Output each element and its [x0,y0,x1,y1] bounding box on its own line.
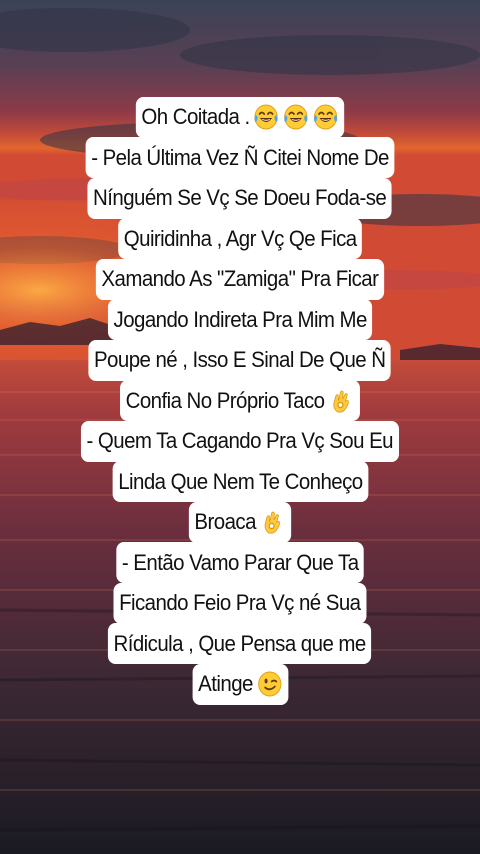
caption-line: Oh Coitada . [135,96,345,138]
caption-line: Jogando Indireta Pra Mim Me [107,299,373,340]
caption-line-text: - Pela Última Vez Ñ Citei Nome De [91,144,389,170]
caption-line-text: Confia No Próprio Taco [125,387,325,413]
caption-line-text: Quiridinha , Agr Vç Qe Fica [123,225,357,251]
caption-line-text: Xamando As "Zamiga" Pra Ficar [101,266,380,291]
caption-line-text: Nínguém Se Vç Se Doeu Foda-se [93,185,387,210]
caption-line: Ficando Feio Pra Vç né Sua [113,582,367,624]
tears-of-joy-emoji [313,103,339,131]
caption-line: Atinge [192,663,288,705]
caption-line-text: Broaca [194,509,256,534]
caption-line: Rídicula , Que Pensa que me [108,623,372,664]
caption-line-text: Linda Que Nem Te Conheço [117,468,363,494]
caption-line: Nínguém Se Vç Se Doeu Foda-se [87,177,393,219]
tears-of-joy-emoji [283,103,309,131]
caption-line: Quiridinha , Agr Vç Qe Fica [117,218,362,259]
caption-line: Xamando As "Zamiga" Pra Ficar [95,258,385,300]
caption-line-text: - Quem Ta Cagando Pra Vç Sou Eu [86,428,394,453]
caption-line: Broaca [188,501,292,543]
caption-line-text: Poupe né , Isso E Sinal De Que Ñ [94,347,386,372]
caption-line-text: Rídicula , Que Pensa que me [113,630,367,656]
caption-line: Confia No Próprio Taco [120,380,360,421]
caption-line-text: - Então Vamo Parar Que Ta [121,549,359,575]
caption-line: - Pela Última Vez Ñ Citei Nome De [85,137,395,178]
winking-face-emoji [256,670,282,698]
caption-line-text: Atinge [197,671,253,696]
caption-line: - Então Vamo Parar Que Ta [116,542,364,583]
ok-hand-emoji [328,387,354,415]
caption-line-text: Ficando Feio Pra Vç né Sua [119,590,361,615]
caption-line: Poupe né , Isso E Sinal De Que Ñ [88,339,392,381]
caption-line: Linda Que Nem Te Conheço [112,461,368,502]
caption-line-text: Jogando Indireta Pra Mim Me [113,306,367,332]
caption-line-text: Oh Coitada . [141,104,250,129]
caption-text-block: Oh Coitada . - Pela Última Vez Ñ Citei No… [0,96,480,705]
caption-line: - Quem Ta Cagando Pra Vç Sou Eu [81,420,399,462]
tears-of-joy-emoji [253,103,279,131]
ok-hand-emoji [260,508,286,536]
